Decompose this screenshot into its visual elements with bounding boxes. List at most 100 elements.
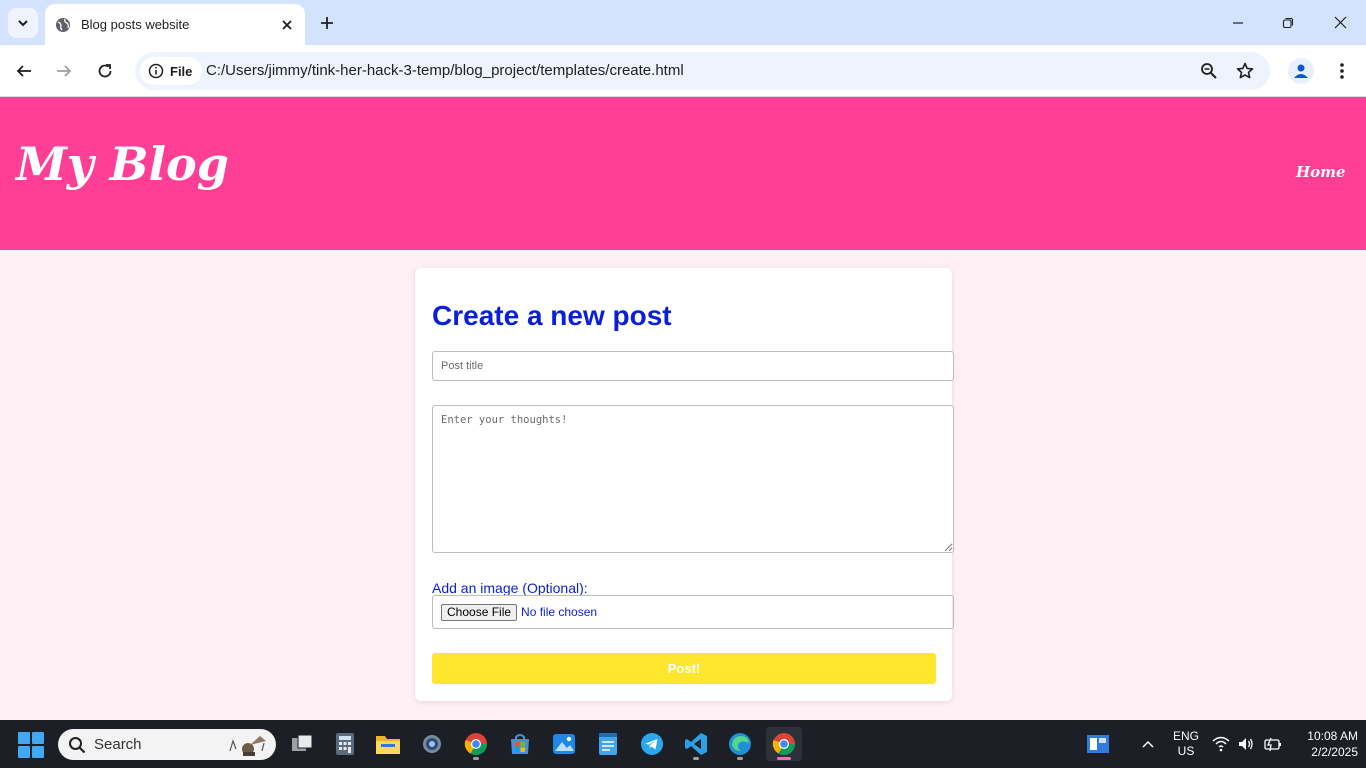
- task-view-icon: [292, 734, 313, 751]
- more-vertical-icon: [1340, 63, 1344, 79]
- create-post-card: Create a new post Add an image (Optional…: [415, 268, 954, 701]
- browser-toolbar: File C:/Users/jimmy/tink-her-hack-3-temp…: [0, 45, 1366, 97]
- windows-logo-tile: [18, 746, 30, 758]
- restore-icon: [1282, 17, 1294, 28]
- windows-logo-tile: [32, 746, 44, 758]
- edge-icon: [729, 733, 751, 755]
- volume-icon: [1239, 738, 1253, 750]
- tab-title: Blog posts website: [81, 17, 190, 32]
- choose-file-button[interactable]: Choose File: [441, 603, 518, 621]
- taskbar-app-photos[interactable]: [546, 727, 582, 761]
- site-header: My Blog Home: [0, 97, 1366, 250]
- image-file-input: Choose File No file chosen: [432, 595, 954, 629]
- browser-tab-strip: Blog posts website: [0, 0, 1366, 45]
- globe-icon: [56, 17, 70, 32]
- chrome-icon: [772, 733, 795, 755]
- post-title-input[interactable]: [432, 351, 954, 381]
- post-content-textarea[interactable]: [432, 405, 954, 553]
- nav-home-link[interactable]: Home: [1296, 163, 1346, 181]
- submit-post-button[interactable]: Post!: [432, 653, 936, 684]
- site-info-chip[interactable]: File: [140, 57, 203, 85]
- taskbar-app-notepad[interactable]: [590, 727, 626, 761]
- photos-icon: [553, 734, 575, 754]
- browser-tab-active[interactable]: Blog posts website: [45, 4, 305, 45]
- taskbar-app-calculator[interactable]: [327, 727, 363, 761]
- zoom-icon: [1201, 63, 1217, 79]
- quick-settings-button[interactable]: [1212, 734, 1282, 754]
- site-logo: My Blog: [16, 137, 229, 191]
- taskbar-app-vscode[interactable]: [678, 727, 714, 761]
- search-highlight-gramophone-icon: [229, 736, 266, 756]
- taskbar-app-microsoft-store[interactable]: [502, 727, 538, 761]
- address-bar[interactable]: File C:/Users/jimmy/tink-her-hack-3-temp…: [135, 52, 1270, 90]
- person-icon: [1294, 64, 1308, 78]
- arrow-right-icon: [57, 65, 72, 77]
- file-status-text: No file chosen: [521, 605, 598, 619]
- gear-icon: [423, 735, 441, 753]
- taskbar-app-telegram[interactable]: [634, 727, 670, 761]
- language-code: ENG: [1172, 729, 1199, 743]
- url-text[interactable]: C:/Users/jimmy/tink-her-hack-3-temp/blog…: [206, 62, 684, 79]
- running-indicator: [693, 757, 699, 760]
- close-icon: [282, 19, 292, 30]
- profile-button[interactable]: [1288, 58, 1314, 84]
- notepad-icon: [599, 733, 617, 755]
- forward-button[interactable]: [49, 56, 79, 86]
- folder-icon: [376, 736, 400, 754]
- plus-icon: [321, 17, 333, 29]
- battery-charging-icon: [1264, 737, 1281, 752]
- taskbar-app-settings[interactable]: [414, 727, 450, 761]
- windows-logo-tile: [18, 732, 30, 744]
- page-title: Create a new post: [432, 300, 672, 331]
- bookmark-button[interactable]: [1233, 59, 1257, 83]
- close-icon: [1334, 16, 1346, 29]
- calculator-icon: [336, 733, 354, 755]
- reload-button[interactable]: [90, 56, 120, 86]
- star-icon: [1236, 62, 1254, 79]
- language-indicator[interactable]: ENG US: [1170, 729, 1202, 759]
- clock-date: 2/2/2025: [1311, 745, 1358, 759]
- restore-button[interactable]: [1263, 0, 1313, 45]
- window-close-button[interactable]: [1315, 0, 1365, 45]
- minimize-button[interactable]: [1213, 0, 1263, 45]
- taskbar-app-task-view[interactable]: [284, 727, 320, 761]
- widgets-icon: [1087, 735, 1109, 753]
- taskbar-search-box[interactable]: Search: [58, 729, 276, 760]
- reload-icon: [98, 64, 112, 78]
- arrow-left-icon: [16, 65, 31, 77]
- wifi-icon: [1212, 736, 1230, 752]
- info-icon: [148, 63, 164, 79]
- taskbar-app-edge[interactable]: [722, 727, 758, 761]
- store-icon: [511, 734, 529, 754]
- language-region: US: [1177, 744, 1195, 758]
- widgets-button[interactable]: [1085, 729, 1111, 759]
- taskbar-app-file-explorer[interactable]: [370, 727, 406, 761]
- clock-time: 10:08 AM: [1307, 729, 1358, 743]
- search-icon: [69, 736, 86, 753]
- running-indicator: [473, 757, 479, 760]
- minimize-icon: [1233, 21, 1243, 24]
- active-indicator: [777, 757, 791, 760]
- new-tab-button[interactable]: [314, 10, 340, 36]
- taskbar-app-chrome-active[interactable]: [766, 727, 802, 761]
- taskbar-app-chrome[interactable]: [458, 727, 494, 761]
- taskbar: Search ENG US 10:08 AM 2/2/2025: [0, 720, 1366, 768]
- clock[interactable]: 10:08 AM 2/2/2025: [1286, 728, 1358, 760]
- tab-close-button[interactable]: [275, 13, 299, 37]
- chevron-down-icon: [18, 20, 28, 27]
- chevron-up-icon: [1142, 740, 1154, 748]
- taskbar-search-label: Search: [94, 736, 142, 753]
- start-button[interactable]: [18, 732, 44, 758]
- tab-search-button[interactable]: [8, 8, 38, 38]
- zoom-button[interactable]: [1197, 59, 1221, 83]
- windows-logo-tile: [32, 732, 44, 744]
- browser-menu-button[interactable]: [1330, 58, 1354, 84]
- show-hidden-icons-button[interactable]: [1138, 732, 1158, 756]
- site-chip-label: File: [170, 63, 193, 79]
- vscode-icon: [685, 733, 707, 755]
- telegram-icon: [641, 733, 663, 755]
- running-indicator: [737, 757, 743, 760]
- chrome-icon: [464, 733, 487, 755]
- back-button[interactable]: [9, 56, 39, 86]
- image-upload-label: Add an image (Optional):: [432, 580, 588, 596]
